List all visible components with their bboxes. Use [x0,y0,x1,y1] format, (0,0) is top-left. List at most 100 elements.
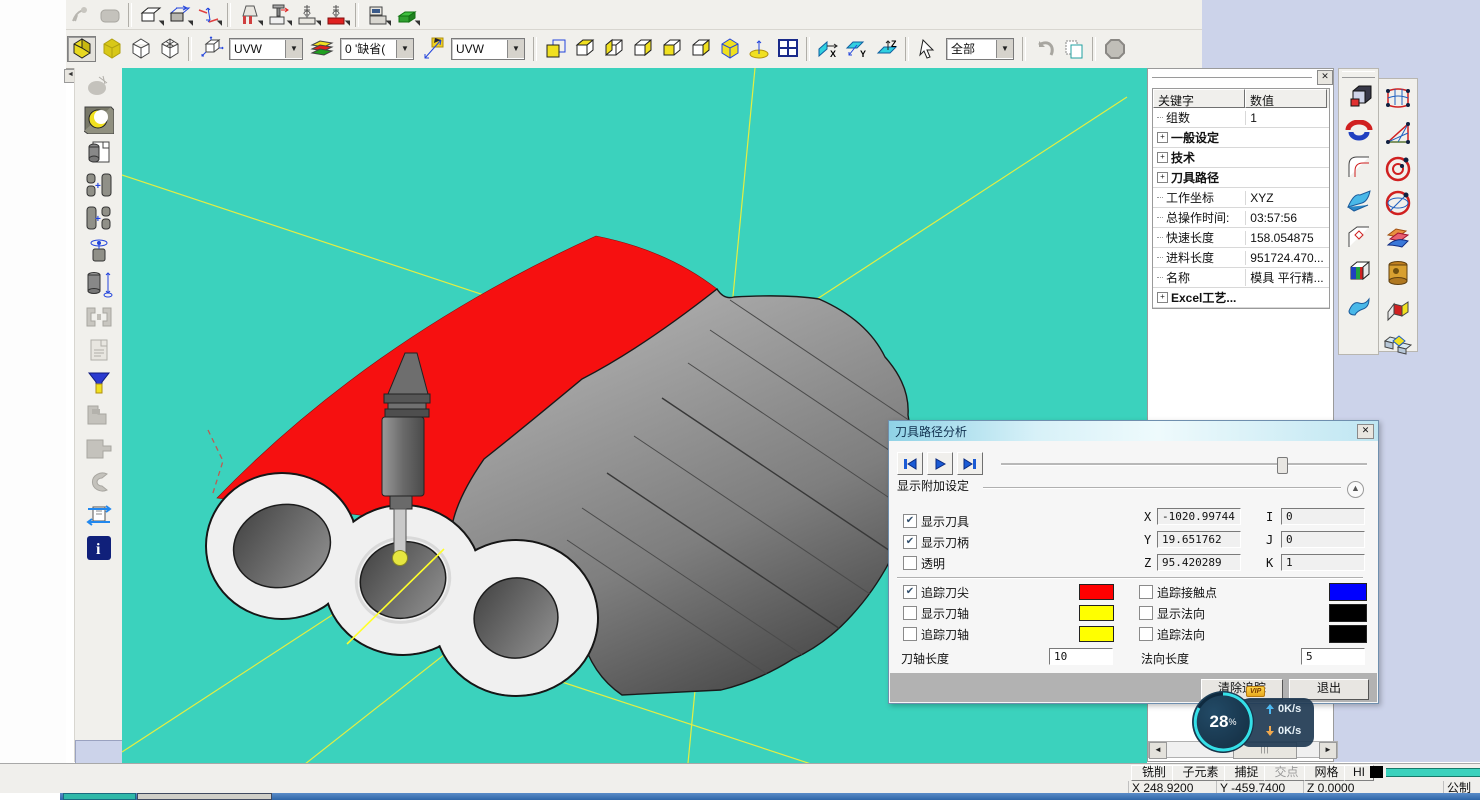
layers-icon[interactable] [308,37,335,61]
machine-icon[interactable]: ◥ [364,3,391,27]
filter-select[interactable]: 全部 ▼ [946,38,1014,60]
expand-icon[interactable]: + [1157,292,1168,303]
transparent-checkbox[interactable] [903,556,917,570]
skip-start-button[interactable] [897,452,923,475]
expand-icon[interactable]: + [1157,132,1168,143]
show-normal-color-swatch[interactable] [1329,604,1367,622]
uv-arrow-icon[interactable] [419,37,446,61]
grid-surface-icon[interactable] [1382,82,1414,114]
stock-icon[interactable] [96,3,123,27]
boxes-diamond-icon[interactable] [1382,327,1414,359]
compare-stock-icon[interactable]: + [82,170,116,200]
dialog-close-icon[interactable]: ✕ [1357,424,1374,439]
corner-fillet-icon[interactable] [1343,151,1375,183]
funnel-icon[interactable] [82,368,116,398]
slider-thumb[interactable] [1277,457,1288,474]
show-axis-checkbox[interactable] [903,606,917,620]
tool-holder-icon[interactable]: ◥ [236,3,263,27]
axis-x-icon[interactable]: X [815,37,842,61]
sheets-icon[interactable] [1382,222,1414,254]
surface-blue-icon[interactable] [1343,186,1375,218]
toggle-milling[interactable]: 铣削 [1131,765,1177,781]
trace-axis-color-swatch[interactable] [1079,626,1114,642]
measure-lines-icon[interactable]: ◥ [195,3,222,27]
progress-circle[interactable]: 28% [1192,691,1254,753]
machine-gray-icon[interactable] [82,401,116,431]
stock-doc-icon[interactable] [82,137,116,167]
block-gray-icon[interactable] [82,434,116,464]
tool-feed-icon[interactable]: ◥ [265,3,292,27]
expand-icon[interactable]: + [1157,172,1168,183]
taskbar-window-button[interactable] [137,793,272,800]
part-box-blue-icon[interactable]: ◥ [166,3,193,27]
i-field[interactable]: 0 [1281,508,1365,525]
box3d-icon[interactable] [1343,81,1375,113]
stop-icon[interactable] [1101,37,1128,61]
part-box-icon[interactable]: ◥ [137,3,164,27]
highlight-color-swatch[interactable] [1370,766,1383,778]
axis-cube-icon[interactable] [197,37,224,61]
uvw-select-2[interactable]: UVW ▼ [451,38,525,60]
compare-stock2-icon[interactable]: + [82,203,116,233]
view-left-icon[interactable] [600,37,627,61]
table-row[interactable]: +Excel工艺... [1153,288,1329,308]
panel-close-icon[interactable]: ✕ [1317,70,1333,85]
dropdown-arrow-icon[interactable]: ▼ [996,40,1013,58]
clamp-icon[interactable] [82,302,116,332]
copy-icon[interactable] [1060,37,1087,61]
axis-length-field[interactable]: 10 [1049,648,1113,665]
table-row[interactable]: 工作坐标XYZ [1153,188,1329,208]
sim-active-icon[interactable] [82,104,116,134]
show-axis-color-swatch[interactable] [1079,605,1114,621]
collapse-section-icon[interactable]: ▲ [1347,481,1364,498]
dropdown-arrow-icon[interactable]: ▼ [396,40,413,58]
info-icon[interactable]: i [82,533,116,563]
table-row[interactable]: 名称模具 平行精... [1153,268,1329,288]
corner-diamond-icon[interactable] [1343,221,1375,253]
uvw-select-1[interactable]: UVW ▼ [229,38,303,60]
transfer-doc-icon[interactable] [82,500,116,530]
measure-stock-icon[interactable] [82,269,116,299]
trace-contact-checkbox[interactable] [1139,585,1153,599]
table-row[interactable]: +技术 [1153,148,1329,168]
wire-cube-icon[interactable] [127,37,154,61]
axis-z-icon[interactable]: Z [873,37,900,61]
taskbar-app-button[interactable] [63,793,136,800]
y-field[interactable]: 19.651762 [1157,531,1241,548]
show-normal-checkbox[interactable] [1139,606,1153,620]
sheets-yellow-icon[interactable] [1382,292,1414,324]
circle-ring-icon[interactable] [1382,152,1414,184]
rotate-stock-icon[interactable] [82,236,116,266]
dropdown-arrow-icon[interactable]: ▼ [285,40,302,58]
circle-crossed-icon[interactable] [1382,187,1414,219]
cclamp-gray-icon[interactable] [82,467,116,497]
z-field[interactable]: 95.420289 [1157,554,1241,571]
panel-grip[interactable] [1152,72,1312,78]
shade-cube-icon[interactable] [67,36,96,62]
toggle-snap[interactable]: 捕捉 [1224,765,1269,781]
cursor-icon[interactable] [914,37,941,61]
undo-icon[interactable] [1031,37,1058,61]
trace-contact-color-swatch[interactable] [1329,583,1367,601]
view-right-icon[interactable] [629,37,656,61]
toggle-subelement[interactable]: 子元素 [1172,765,1229,781]
wire-cube-split-icon[interactable] [156,37,183,61]
vip-badge[interactable]: VIP [1246,686,1265,697]
trace-normal-checkbox[interactable] [1139,627,1153,641]
color-box-icon[interactable] [1343,256,1375,288]
j-field[interactable]: 0 [1281,531,1365,548]
toolbar-grip[interactable] [1342,71,1375,78]
k-field[interactable]: 1 [1281,554,1365,571]
shade-cube2-icon[interactable] [98,37,125,61]
toggle-intersection[interactable]: 交点 [1264,765,1309,781]
expand-icon[interactable]: + [1157,152,1168,163]
report-icon[interactable] [82,335,116,365]
table-row[interactable]: +刀具路径 [1153,168,1329,188]
triangle-mesh-icon[interactable] [1382,117,1414,149]
x-field[interactable]: -1020.99744 [1157,508,1241,525]
skip-end-button[interactable] [957,452,983,475]
layer-select[interactable]: 0 '缺省( ▼ [340,38,414,60]
view-iso-icon[interactable] [716,37,743,61]
exit-button[interactable]: 退出 [1289,679,1369,700]
dialog-titlebar[interactable]: 刀具路径分析 [889,421,1378,441]
